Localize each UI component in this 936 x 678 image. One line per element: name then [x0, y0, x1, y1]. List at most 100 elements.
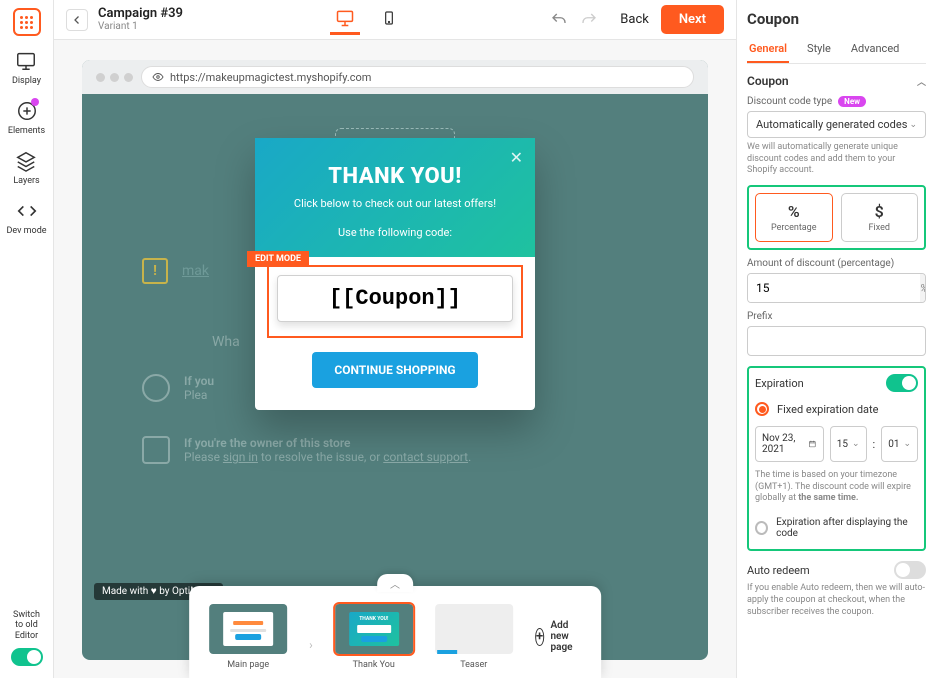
amount-input-row: % [747, 273, 926, 303]
auto-redeem-row: Auto redeem [747, 561, 926, 579]
alert-link-left: mak [182, 263, 209, 279]
rail-display-label: Display [12, 76, 41, 86]
rail-display[interactable]: Display [12, 50, 41, 86]
type-fixed-label: Fixed [846, 223, 914, 233]
fixed-expiration-radio[interactable] [755, 402, 769, 416]
thumb-label: Teaser [460, 660, 487, 670]
eye-icon [152, 71, 164, 83]
hour-select[interactable]: 15⌄ [830, 426, 867, 462]
type-fixed-card[interactable]: $ Fixed [841, 193, 919, 242]
switch-line: Switch [13, 610, 40, 621]
rail-devmode[interactable]: Dev mode [6, 200, 46, 236]
rail-switch-editor[interactable]: Switch to old Editor [11, 610, 43, 666]
popup-heading: THANK YOU! [273, 164, 517, 189]
popup-close-icon[interactable]: ✕ [510, 148, 523, 167]
percent-suffix-icon: % [920, 274, 926, 302]
plus-icon: + [535, 628, 545, 646]
expiration-after-radio[interactable] [755, 521, 768, 535]
pages-strip-handle[interactable]: ︿ [377, 574, 413, 592]
campaign-title: Campaign #39 [98, 7, 183, 21]
contact-link: contact support [383, 450, 468, 464]
canvas-wrap: https://makeupmagictest.myshopify.com WE… [54, 40, 736, 678]
thumb-label: Main page [227, 660, 269, 670]
campaign-subtitle: Variant 1 [98, 21, 183, 32]
clock-icon [142, 374, 170, 402]
back-button[interactable]: Back [620, 12, 649, 27]
switch-editor-toggle[interactable] [11, 648, 43, 666]
owner1-rest: Plea [184, 388, 214, 402]
traffic-lights [96, 73, 133, 82]
topbar: Campaign #39 Variant 1 Back Next [54, 0, 736, 40]
auto-redeem-help: If you enable Auto redeem, then we will … [747, 583, 926, 618]
type-percentage-card[interactable]: % Percentage [755, 193, 833, 242]
minute-select[interactable]: 01⌄ [881, 426, 918, 462]
expiration-toggle[interactable] [886, 374, 918, 392]
add-page-label: Add new page [550, 620, 580, 653]
rail-layers-label: Layers [13, 176, 39, 186]
coupon-element-selected[interactable]: [[Coupon]] [267, 265, 523, 338]
expiration-help: The time is based on your timezone (GMT+… [755, 470, 918, 505]
url-text: https://makeupmagictest.myshopify.com [170, 71, 371, 84]
calendar-icon [808, 438, 817, 450]
thumb-label: Thank You [353, 660, 395, 670]
store-icon [142, 436, 170, 464]
chevron-down-icon: ⌄ [909, 120, 917, 130]
rail-layers[interactable]: Layers [13, 150, 39, 186]
panel-title: Coupon [747, 10, 926, 28]
rail-elements-label: Elements [8, 126, 45, 136]
tab-general[interactable]: General [747, 36, 789, 63]
owner1-bold: If you [184, 374, 214, 388]
section-coupon-header[interactable]: Coupon ︿ [747, 74, 926, 88]
owner2-text2: to resolve the issue, or [258, 450, 383, 464]
next-button[interactable]: Next [661, 5, 724, 34]
rail-elements[interactable]: Elements [8, 100, 45, 136]
url-field[interactable]: https://makeupmagictest.myshopify.com [141, 66, 694, 88]
tab-advanced[interactable]: Advanced [849, 36, 901, 63]
left-rail: Display Elements Layers Dev mode Switch … [0, 0, 54, 678]
back-chevron-button[interactable] [66, 9, 88, 31]
amount-label: Amount of discount (percentage) [747, 258, 926, 269]
campaign-title-block: Campaign #39 Variant 1 [98, 7, 183, 32]
tab-style[interactable]: Style [805, 36, 833, 63]
page-thumb-teaser[interactable]: Teaser [435, 604, 513, 670]
app-logo[interactable] [13, 8, 41, 36]
owner2-text1: Please [184, 450, 223, 464]
prefix-input[interactable] [747, 326, 926, 356]
prefix-label: Prefix [747, 311, 926, 322]
device-mobile-button[interactable] [374, 5, 404, 35]
type-percentage-label: Percentage [760, 223, 828, 233]
discount-type-help: We will automatically generate unique di… [747, 142, 926, 177]
switch-line: to old [13, 620, 40, 631]
redo-icon[interactable] [580, 11, 598, 29]
owner2-bold: If you're the owner of this store [184, 436, 471, 450]
undo-icon[interactable] [550, 11, 568, 29]
auto-redeem-label: Auto redeem [747, 564, 810, 577]
expiration-highlight: Expiration Fixed expiration date Nov 23,… [747, 366, 926, 551]
page-thumb-main[interactable]: Main page [209, 604, 287, 670]
undo-redo-group [550, 11, 598, 29]
switch-line: Editor [13, 631, 40, 642]
percent-icon: % [760, 202, 828, 221]
amount-input[interactable] [748, 274, 920, 302]
coupon-code-box[interactable]: [[Coupon]] [277, 275, 513, 322]
auto-redeem-toggle[interactable] [894, 561, 926, 579]
add-new-page-button[interactable]: + Add new page [535, 604, 581, 653]
question-heading: Wha [212, 334, 240, 350]
date-picker[interactable]: Nov 23, 2021 [755, 426, 824, 462]
panel-tabs: General Style Advanced [747, 36, 926, 64]
discount-type-select[interactable]: Automatically generated codes ⌄ [747, 111, 926, 138]
elements-notification-dot [31, 98, 39, 106]
page-thumb-thankyou[interactable]: THANK YOU! Thank You [335, 604, 413, 670]
expiration-after-label: Expiration after displaying the code [776, 517, 918, 539]
main-area: Campaign #39 Variant 1 Back Next https:/… [54, 0, 736, 678]
popup-sub2: Use the following code: [273, 226, 517, 239]
rail-devmode-label: Dev mode [6, 226, 46, 236]
continue-shopping-button[interactable]: CONTINUE SHOPPING [312, 352, 477, 388]
device-desktop-button[interactable] [330, 5, 360, 35]
fixed-expiration-radio-row[interactable]: Fixed expiration date [755, 402, 918, 416]
discount-type-highlight: % Percentage $ Fixed [747, 185, 926, 250]
expiration-after-radio-row[interactable]: Expiration after displaying the code [755, 517, 918, 539]
new-badge: New [838, 96, 866, 107]
popup-sub1: Click below to check out our latest offe… [273, 197, 517, 210]
thumb-arrow-icon: › [309, 622, 313, 652]
